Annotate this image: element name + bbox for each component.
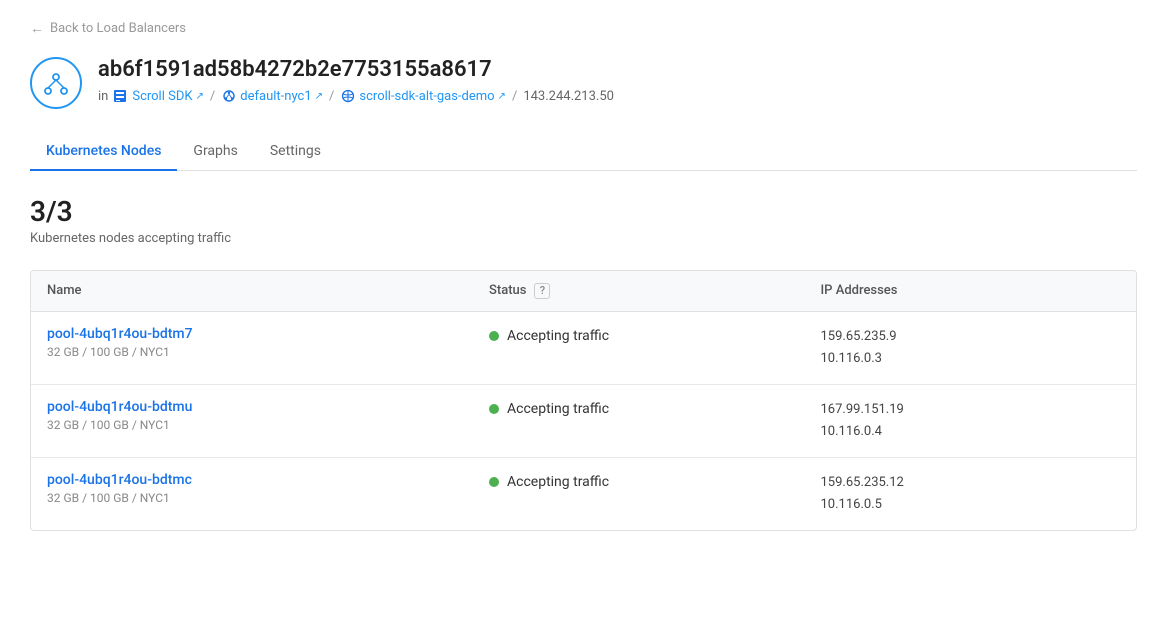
breadcrumb: in Scroll SDK ↗ / default-nyc1 ↗ /	[98, 88, 614, 104]
node-status-cell: Accepting traffic	[473, 311, 805, 384]
table-row: pool-4ubq1r4ou-bdtm7 32 GB / 100 GB / NY…	[31, 311, 1136, 384]
node-name-link[interactable]: pool-4ubq1r4ou-bdtmc	[47, 472, 457, 488]
lb-svg-icon	[42, 69, 70, 97]
status-dot-icon	[489, 404, 499, 414]
status-indicator: Accepting traffic	[489, 399, 789, 417]
node-name-cell: pool-4ubq1r4ou-bdtmu 32 GB / 100 GB / NY…	[31, 384, 473, 457]
status-dot-icon	[489, 331, 499, 341]
status-indicator: Accepting traffic	[489, 326, 789, 344]
back-link[interactable]: ← Back to Load Balancers	[30, 20, 1137, 37]
stats-count: 3/3	[30, 195, 1137, 229]
node-meta: 32 GB / 100 GB / NYC1	[47, 491, 170, 505]
status-label: Accepting traffic	[507, 474, 609, 490]
app-ext-icon: ↗	[498, 91, 506, 102]
table-row: pool-4ubq1r4ou-bdtmc 32 GB / 100 GB / NY…	[31, 457, 1136, 530]
cluster-ext-icon: ↗	[315, 91, 323, 102]
col-name: Name	[31, 271, 473, 312]
col-ip: IP Addresses	[805, 271, 1137, 312]
project-link[interactable]: Scroll SDK ↗	[132, 89, 204, 104]
status-dot-icon	[489, 477, 499, 487]
tab-kubernetes-nodes[interactable]: Kubernetes Nodes	[30, 133, 177, 171]
table-header-row: Name Status ? IP Addresses	[31, 271, 1136, 312]
app-icon	[340, 88, 356, 104]
page: ← Back to Load Balancers ab6f1591ad58b42…	[0, 0, 1167, 623]
cluster-icon	[221, 88, 237, 104]
stats-section: 3/3 Kubernetes nodes accepting traffic	[30, 195, 1137, 246]
ip-list: 167.99.151.1910.116.0.4	[821, 399, 1121, 443]
sep1: /	[210, 89, 215, 104]
back-label: Back to Load Balancers	[50, 21, 186, 36]
nodes-table-container: Name Status ? IP Addresses pool-4ubq	[30, 270, 1137, 532]
status-label: Accepting traffic	[507, 401, 609, 417]
ip-address: 143.244.213.50	[523, 89, 614, 104]
tab-settings[interactable]: Settings	[254, 133, 337, 171]
page-title: ab6f1591ad58b4272b2e7753155a8617	[98, 57, 614, 82]
cluster-link[interactable]: default-nyc1 ↗	[221, 88, 323, 104]
external-icon: ↗	[196, 91, 204, 102]
node-ip-cell: 159.65.235.910.116.0.3	[805, 311, 1137, 384]
node-ip-cell: 159.65.235.1210.116.0.5	[805, 457, 1137, 530]
node-meta: 32 GB / 100 GB / NYC1	[47, 418, 170, 432]
back-arrow-icon: ←	[30, 20, 44, 37]
col-status: Status ?	[473, 271, 805, 312]
stats-description: Kubernetes nodes accepting traffic	[30, 231, 1137, 246]
node-name-cell: pool-4ubq1r4ou-bdtmc 32 GB / 100 GB / NY…	[31, 457, 473, 530]
node-status-cell: Accepting traffic	[473, 384, 805, 457]
nodes-table: Name Status ? IP Addresses pool-4ubq	[31, 271, 1136, 531]
tabs: Kubernetes Nodes Graphs Settings	[30, 133, 1137, 171]
project-icon	[112, 88, 128, 104]
node-name-link[interactable]: pool-4ubq1r4ou-bdtmu	[47, 399, 457, 415]
app-link[interactable]: scroll-sdk-alt-gas-demo ↗	[340, 88, 506, 104]
lb-icon	[30, 57, 82, 109]
sep3: /	[512, 89, 517, 104]
node-name-cell: pool-4ubq1r4ou-bdtm7 32 GB / 100 GB / NY…	[31, 311, 473, 384]
node-name-link[interactable]: pool-4ubq1r4ou-bdtm7	[47, 326, 457, 342]
breadcrumb-prefix: in	[98, 89, 108, 104]
node-meta: 32 GB / 100 GB / NYC1	[47, 345, 170, 359]
tab-graphs[interactable]: Graphs	[177, 133, 253, 171]
node-status-cell: Accepting traffic	[473, 457, 805, 530]
table-body: pool-4ubq1r4ou-bdtm7 32 GB / 100 GB / NY…	[31, 311, 1136, 530]
node-ip-cell: 167.99.151.1910.116.0.4	[805, 384, 1137, 457]
table-row: pool-4ubq1r4ou-bdtmu 32 GB / 100 GB / NY…	[31, 384, 1136, 457]
ip-list: 159.65.235.910.116.0.3	[821, 326, 1121, 370]
ip-list: 159.65.235.1210.116.0.5	[821, 472, 1121, 516]
status-indicator: Accepting traffic	[489, 472, 789, 490]
header-section: ab6f1591ad58b4272b2e7753155a8617 in Scro…	[30, 57, 1137, 109]
table-head: Name Status ? IP Addresses	[31, 271, 1136, 312]
header-info: ab6f1591ad58b4272b2e7753155a8617 in Scro…	[98, 57, 614, 104]
sep2: /	[329, 89, 334, 104]
status-label: Accepting traffic	[507, 328, 609, 344]
status-help-icon[interactable]: ?	[534, 283, 550, 299]
